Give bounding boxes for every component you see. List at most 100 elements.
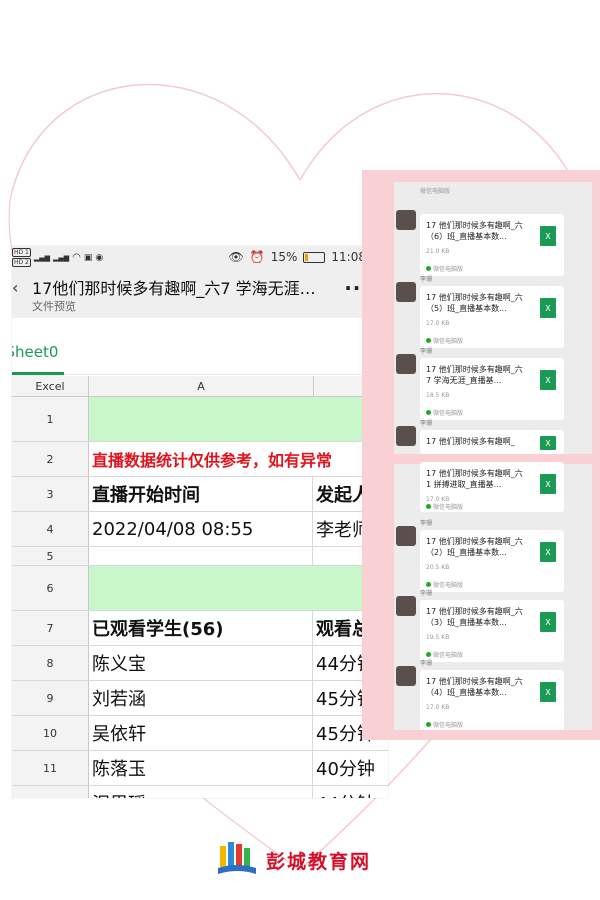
cell-b[interactable]: 40分钟 bbox=[313, 751, 388, 785]
file-size: 17.0 KB bbox=[426, 704, 450, 711]
file-card[interactable]: 17 他们那时候多有趣啊_六（2）班_直播基本数... 20.5 KB 微信电脑… bbox=[420, 530, 564, 592]
hd-badge-2: HD 2 bbox=[12, 258, 31, 267]
column-header-row: Excel A bbox=[12, 376, 388, 397]
file-card[interactable]: 17 他们那时候多有趣啊_六（3）班_直播基本数... 19.5 KB 微信电脑… bbox=[420, 600, 564, 662]
table-row: 10 吴依轩 45分钟 bbox=[12, 716, 388, 751]
row-number: 2 bbox=[12, 442, 89, 476]
file-name: 17 他们那时候多有趣啊_六（2）班_直播基本数... bbox=[426, 537, 523, 557]
cell-a[interactable]: 2022/04/08 08:55 bbox=[89, 512, 313, 546]
logo-text: 彭城教育网 bbox=[266, 850, 372, 873]
sender-name: 李珊 bbox=[420, 276, 433, 283]
cell-a[interactable]: 吴依轩 bbox=[89, 716, 313, 750]
avatar bbox=[396, 210, 416, 230]
cell-a[interactable]: 直播数据统计仅供参考，如有异常 bbox=[89, 442, 332, 476]
file-size: 19.5 KB bbox=[426, 634, 450, 641]
table-row: 8 陈义宝 44分钟 bbox=[12, 646, 388, 681]
table-row: 12 泥里瑶 44分钟 bbox=[12, 786, 388, 798]
app-icon: ▣ bbox=[83, 252, 93, 263]
table-row: 4 2022/04/08 08:55 李老师 bbox=[12, 512, 388, 547]
row-number: 4 bbox=[12, 512, 89, 546]
message-source: 微信电脑版 bbox=[420, 188, 451, 195]
file-name: 17 他们那时候多有趣啊_六（5）班_直播基本数... bbox=[426, 293, 523, 313]
avatar bbox=[396, 282, 416, 302]
cell-b[interactable]: 44分钟 bbox=[313, 786, 388, 798]
excel-file-icon: X bbox=[540, 682, 556, 702]
row-number: 10 bbox=[12, 716, 89, 750]
row-number: 3 bbox=[12, 477, 89, 511]
table-row: 5 bbox=[12, 547, 388, 566]
cell-a[interactable]: 刘若涵 bbox=[89, 681, 313, 715]
status-bar: HD 1 HD 2 ▂▄▆ ▂▄▆ ◠ ▣ ◉ 👁 ⏰ 15% 11:08 bbox=[12, 246, 388, 270]
file-card[interactable]: 17 他们那时候多有趣啊_六1 拼搏进取_直播基... 17.0 KB 微信电脑… bbox=[420, 462, 564, 512]
message-source: 微信电脑版 bbox=[426, 502, 463, 511]
signal-icon: ▂▄▆ bbox=[33, 253, 51, 262]
file-title: 17他们那时候多有趣啊_六7 学海无涯… bbox=[32, 279, 316, 298]
row-number: 11 bbox=[12, 751, 89, 785]
row-number: 12 bbox=[12, 786, 89, 798]
table-row: 2 直播数据统计仅供参考，如有异常 bbox=[12, 442, 388, 477]
cell-a[interactable]: 已观看学生(56) bbox=[89, 611, 313, 645]
book-logo-icon bbox=[218, 842, 256, 874]
sender-name: 李珊 bbox=[420, 420, 433, 427]
file-size: 18.5 KB bbox=[426, 392, 450, 399]
row-number: 6 bbox=[12, 566, 89, 610]
avatar bbox=[396, 526, 416, 546]
excel-file-icon: X bbox=[540, 370, 556, 390]
clock: 11:08 bbox=[331, 250, 366, 264]
sheet-tab-bar: Sheet0 bbox=[12, 318, 388, 375]
row-number: 7 bbox=[12, 611, 89, 645]
sender-name: 李珊 bbox=[420, 660, 433, 667]
file-preview-label: 文件预览 bbox=[32, 300, 76, 313]
avatar bbox=[396, 596, 416, 616]
file-card[interactable]: 17 他们那时候多有趣啊_六（4）班_直播基本数... 17.0 KB 微信电脑… bbox=[420, 670, 564, 730]
table-row: 9 刘若涵 45分钟 bbox=[12, 681, 388, 716]
spreadsheet-grid[interactable]: Excel A 1 2 直播数据统计仅供参考，如有异常 3 直播开始时间 发起人… bbox=[12, 376, 388, 798]
battery-percent: 15% bbox=[270, 250, 298, 264]
file-card[interactable]: 17 他们那时候多有趣啊_ X bbox=[420, 430, 564, 454]
row-number: 8 bbox=[12, 646, 89, 680]
cell-a[interactable]: 泥里瑶 bbox=[89, 786, 313, 798]
file-name: 17 他们那时候多有趣啊_六1 拼搏进取_直播基... bbox=[426, 469, 523, 489]
sender-name: 李珊 bbox=[420, 348, 433, 355]
file-size: 20.5 KB bbox=[426, 564, 450, 571]
file-name: 17 他们那时候多有趣啊_ bbox=[426, 437, 515, 446]
column-header-a[interactable]: A bbox=[89, 376, 314, 396]
app-icon-2: ◉ bbox=[95, 252, 104, 263]
wechat-chat-panel: 微信电脑版 17 他们那时候多有趣啊_六（6）班_直播基本数... 21.0 K… bbox=[394, 182, 592, 730]
avatar bbox=[396, 426, 416, 446]
message-source: 微信电脑版 bbox=[426, 264, 463, 273]
signal-icon-2: ▂▄▆ bbox=[53, 253, 70, 262]
table-row: 3 直播开始时间 发起人 bbox=[12, 477, 388, 512]
avatar bbox=[396, 354, 416, 374]
battery-icon bbox=[303, 251, 326, 263]
message-source: 微信电脑版 bbox=[426, 720, 463, 729]
sender-name: 李珊 bbox=[420, 590, 433, 597]
excel-file-icon: X bbox=[540, 436, 556, 450]
row-number: 1 bbox=[12, 397, 89, 441]
sender-name: 李珊 bbox=[420, 520, 433, 527]
cell-a[interactable]: 直播开始时间 bbox=[89, 477, 313, 511]
alarm-icon: ⏰ bbox=[249, 250, 265, 264]
tab-sheet0[interactable]: Sheet0 bbox=[12, 332, 64, 375]
cell-a[interactable]: 陈义宝 bbox=[89, 646, 313, 680]
cell-a[interactable] bbox=[89, 547, 313, 565]
file-card[interactable]: 17 他们那时候多有趣啊_六（5）班_直播基本数... 17.0 KB 微信电脑… bbox=[420, 286, 564, 348]
file-name: 17 他们那时候多有趣啊_六（4）班_直播基本数... bbox=[426, 677, 523, 697]
phone-screenshot: HD 1 HD 2 ▂▄▆ ▂▄▆ ◠ ▣ ◉ 👁 ⏰ 15% 11:08 ‹ … bbox=[12, 246, 388, 798]
table-row: 7 已观看学生(56) 观看总时 bbox=[12, 611, 388, 646]
eye-icon: 👁 bbox=[228, 250, 244, 264]
file-name: 17 他们那时候多有趣啊_六（3）班_直播基本数... bbox=[426, 607, 523, 627]
message-source: 微信电脑版 bbox=[426, 336, 463, 345]
excel-file-icon: X bbox=[540, 226, 556, 246]
row-number: 9 bbox=[12, 681, 89, 715]
hd-badge-1: HD 1 bbox=[12, 248, 31, 257]
cell-a[interactable] bbox=[89, 566, 313, 610]
cell-a[interactable] bbox=[89, 397, 313, 441]
file-name: 17 他们那时候多有趣啊_六（6）班_直播基本数... bbox=[426, 221, 523, 241]
back-icon[interactable]: ‹ bbox=[12, 278, 18, 297]
file-card[interactable]: 17 他们那时候多有趣啊_六（6）班_直播基本数... 21.0 KB 微信电脑… bbox=[420, 214, 564, 276]
excel-file-icon: X bbox=[540, 542, 556, 562]
file-card[interactable]: 17 他们那时候多有趣啊_六7 学海无涯_直播基... 18.5 KB 微信电脑… bbox=[420, 358, 564, 420]
cell-a[interactable]: 陈落玉 bbox=[89, 751, 313, 785]
row-number: 5 bbox=[12, 547, 89, 565]
